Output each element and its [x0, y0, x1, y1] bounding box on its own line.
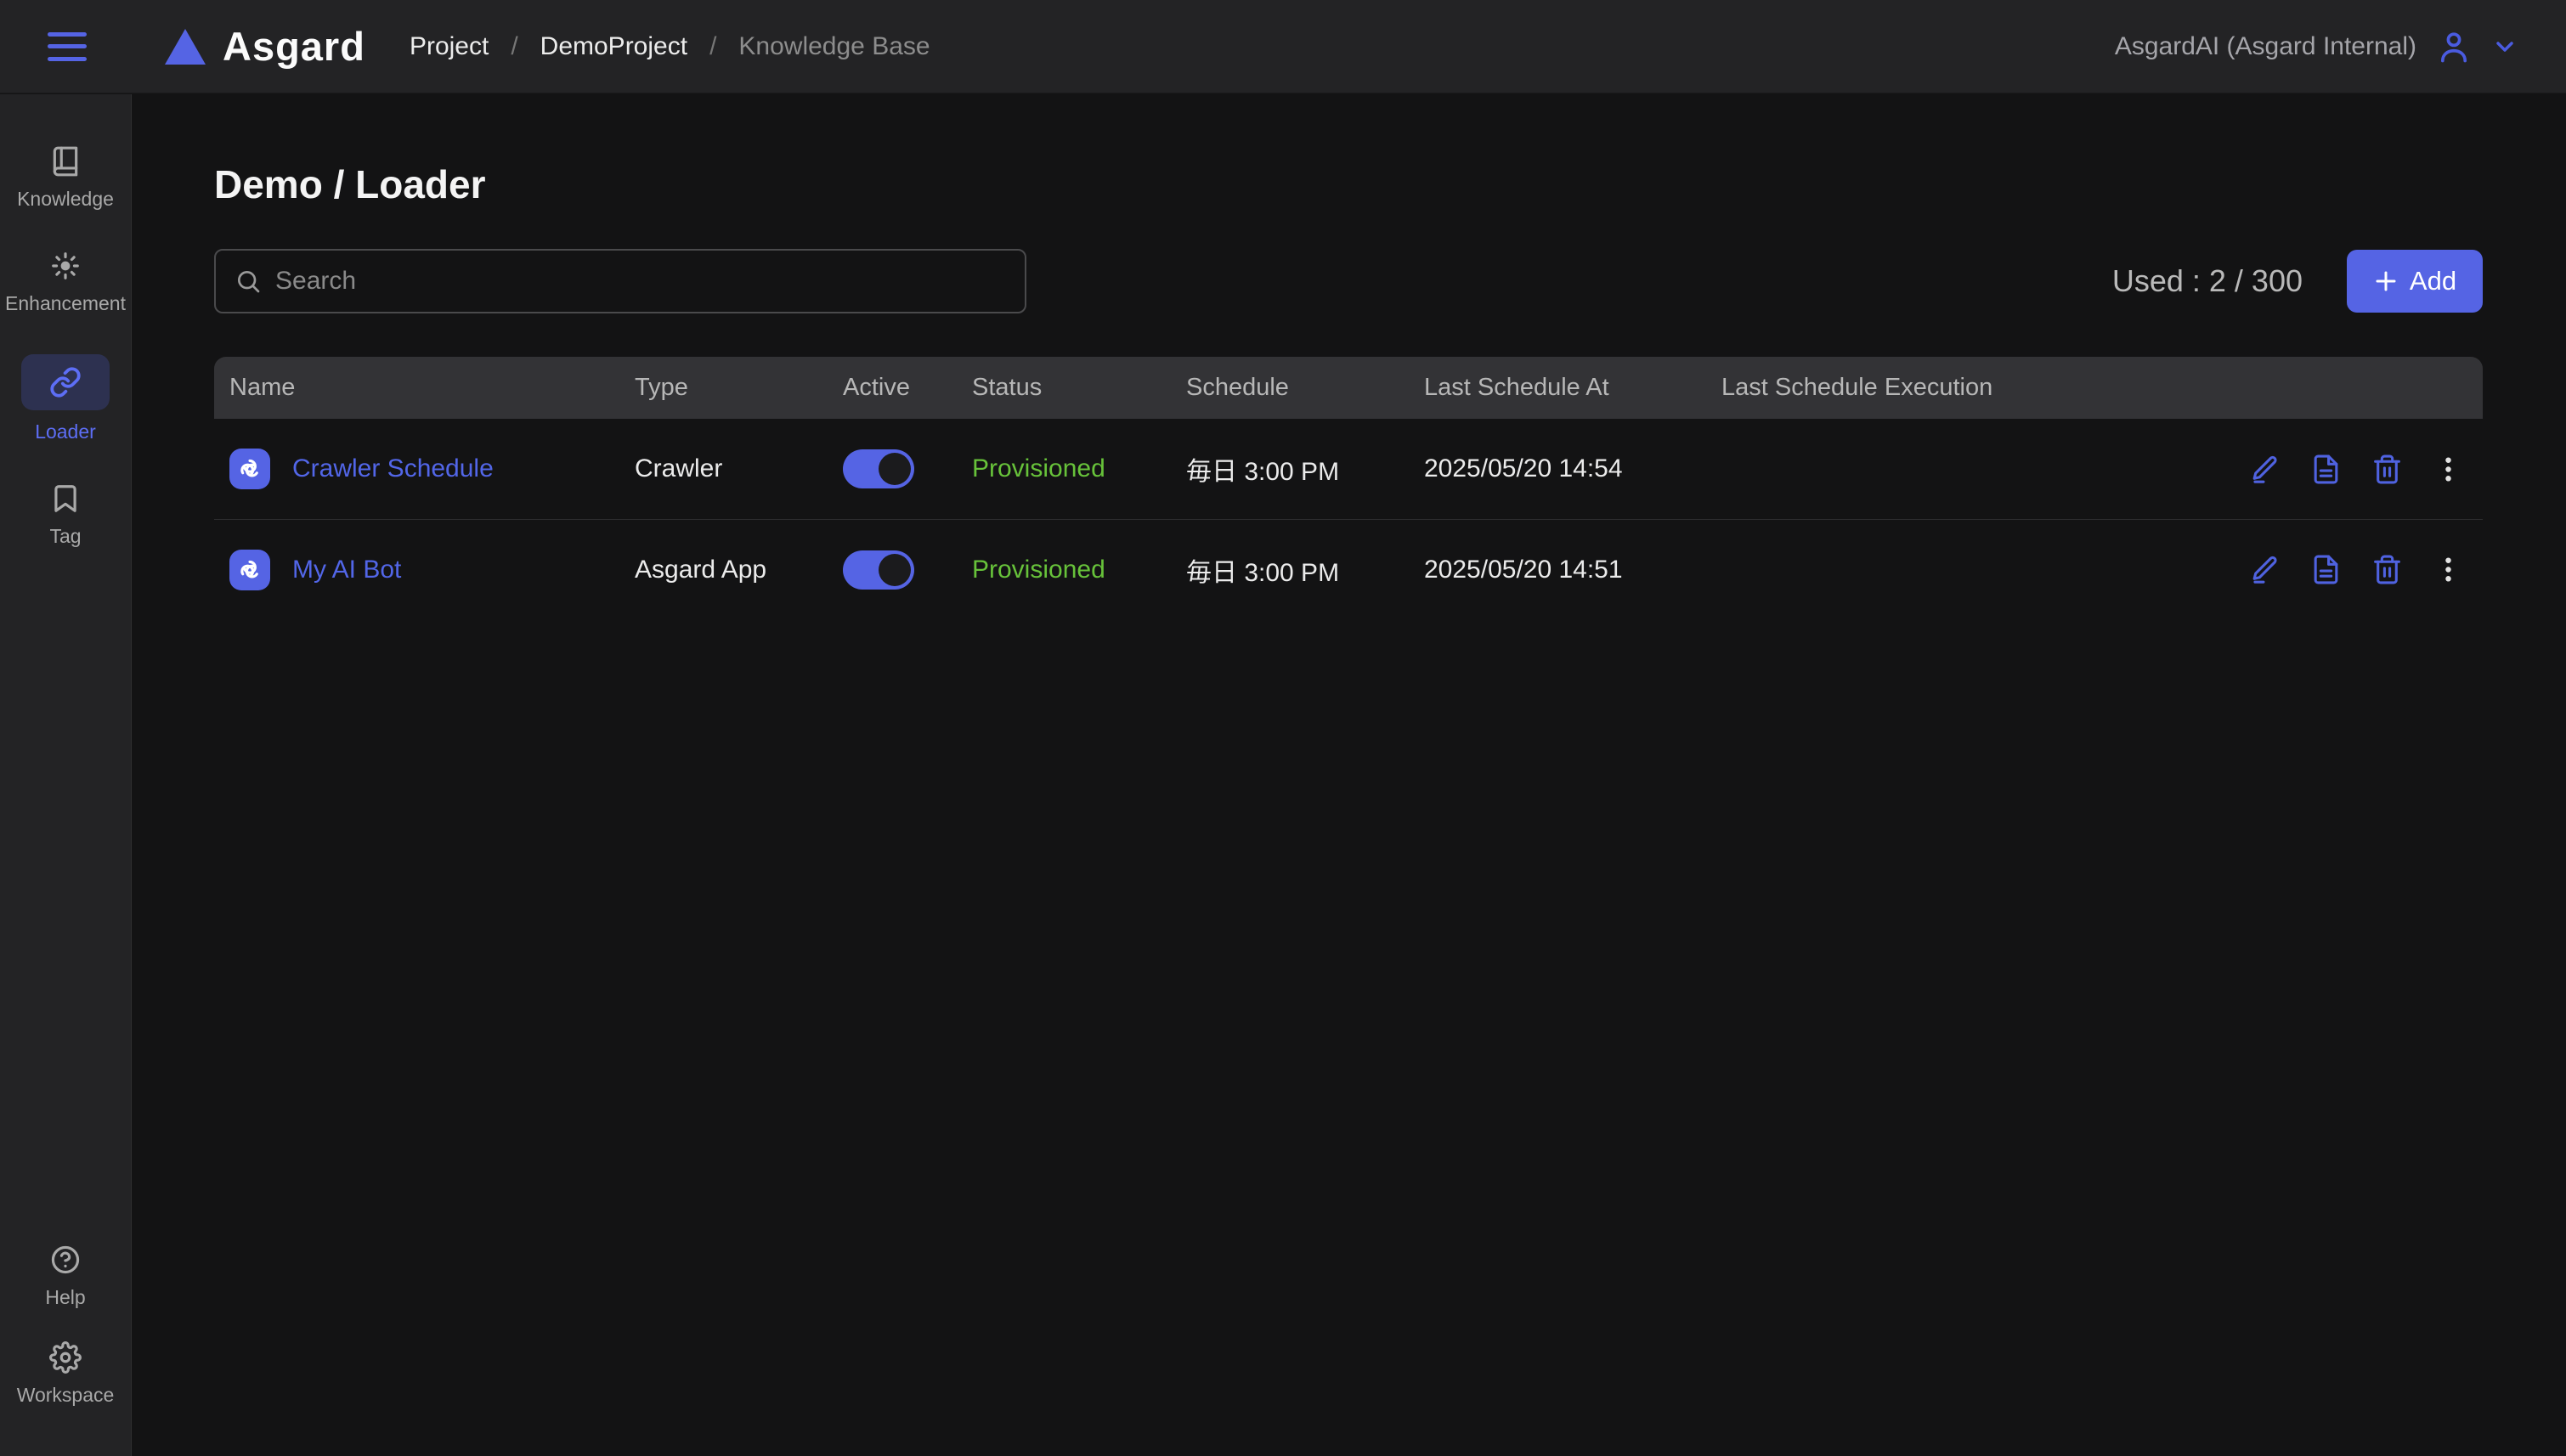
column-header-last-schedule-at: Last Schedule At — [1409, 374, 1706, 402]
sidebar-item-loader[interactable]: Loader — [21, 354, 110, 443]
hamburger-menu-icon[interactable] — [48, 32, 87, 61]
file-document-icon[interactable] — [2310, 554, 2342, 585]
sidebar-item-label: Loader — [35, 420, 96, 443]
loader-table: Name Type Active Status Schedule Last Sc… — [214, 357, 2483, 619]
sidebar-item-workspace[interactable]: Workspace — [17, 1341, 115, 1407]
row-name-link[interactable]: Crawler Schedule — [292, 454, 494, 483]
row-last-schedule-at: 2025/05/20 14:54 — [1409, 454, 1706, 483]
breadcrumb-knowledge-base: Knowledge Base — [738, 32, 930, 61]
chevron-down-icon[interactable] — [2491, 33, 2518, 60]
breadcrumb-project[interactable]: Project — [410, 32, 489, 61]
kebab-menu-icon[interactable] — [2433, 454, 2464, 485]
column-header-status: Status — [957, 374, 1171, 402]
sidebar-item-label: Enhancement — [5, 292, 126, 315]
trash-icon[interactable] — [2371, 554, 2403, 585]
column-header-name: Name — [214, 374, 619, 402]
row-schedule: 毎日 3:00 PM — [1171, 450, 1409, 488]
active-toggle[interactable] — [843, 449, 914, 488]
sidebar-item-tag[interactable]: Tag — [49, 483, 82, 548]
status-badge: Provisioned — [957, 556, 1171, 584]
add-button[interactable]: Add — [2347, 250, 2483, 313]
asgard-logo-icon — [165, 29, 206, 65]
sidebar: Knowledge Enhancement — [0, 94, 132, 1456]
file-document-icon[interactable] — [2310, 454, 2342, 485]
column-header-last-schedule-execution: Last Schedule Execution — [1706, 374, 2175, 402]
row-last-schedule-at: 2025/05/20 14:51 — [1409, 556, 1706, 584]
app-window: Asgard Project / DemoProject / Knowledge… — [0, 0, 2566, 1456]
sidebar-item-label: Workspace — [17, 1384, 115, 1407]
kebab-menu-icon[interactable] — [2433, 554, 2464, 585]
row-type: Asgard App — [619, 556, 828, 584]
trash-icon[interactable] — [2371, 454, 2403, 485]
loader-type-icon — [229, 550, 270, 590]
plus-icon — [2373, 268, 2399, 294]
help-circle-icon — [49, 1244, 82, 1276]
breadcrumb-separator: / — [511, 32, 517, 61]
sidebar-item-label: Knowledge — [17, 188, 114, 211]
table-row: My AI Bot Asgard App Provisioned 毎日 3:00… — [214, 519, 2483, 619]
sidebar-item-help[interactable]: Help — [45, 1244, 85, 1309]
gear-icon — [49, 1341, 82, 1374]
search-box — [214, 249, 1026, 313]
topbar: Asgard Project / DemoProject / Knowledge… — [0, 0, 2566, 93]
controls-row: Used : 2 / 300 Add — [214, 249, 2483, 313]
usage-label: Used : 2 / 300 — [2112, 263, 2303, 299]
table-header: Name Type Active Status Schedule Last Sc… — [214, 357, 2483, 419]
sidebar-item-label: Tag — [49, 525, 81, 548]
search-input[interactable] — [275, 267, 1006, 296]
row-type: Crawler — [619, 454, 828, 483]
column-header-type: Type — [619, 374, 828, 402]
edit-pencil-icon[interactable] — [2249, 554, 2281, 585]
edit-pencil-icon[interactable] — [2249, 454, 2281, 485]
add-button-label: Add — [2410, 266, 2456, 296]
row-name-link[interactable]: My AI Bot — [292, 556, 401, 584]
sidebar-item-enhancement[interactable]: Enhancement — [5, 250, 126, 315]
account-area: AsgardAI (Asgard Internal) — [2115, 28, 2518, 65]
row-schedule: 毎日 3:00 PM — [1171, 551, 1409, 589]
sidebar-item-knowledge[interactable]: Knowledge — [17, 145, 114, 211]
sun-icon — [49, 250, 82, 282]
sidebar-bottom: Help Workspace — [17, 1244, 115, 1407]
loader-type-icon — [229, 449, 270, 489]
link-icon — [21, 354, 110, 410]
table-row: Crawler Schedule Crawler Provisioned 毎日 … — [214, 419, 2483, 519]
page-title: Demo / Loader — [214, 161, 2483, 207]
main-content: Demo / Loader Used : 2 / 300 — [133, 94, 2566, 1456]
breadcrumb-demoproject[interactable]: DemoProject — [540, 32, 687, 61]
column-header-active: Active — [828, 374, 957, 402]
book-icon — [49, 145, 82, 178]
breadcrumb-separator: / — [709, 32, 716, 61]
logo-text: Asgard — [223, 23, 365, 70]
status-badge: Provisioned — [957, 454, 1171, 483]
breadcrumb: Project / DemoProject / Knowledge Base — [410, 32, 930, 61]
account-label: AsgardAI (Asgard Internal) — [2115, 32, 2416, 61]
column-header-schedule: Schedule — [1171, 374, 1409, 402]
search-icon — [235, 268, 262, 295]
active-toggle[interactable] — [843, 550, 914, 590]
bookmark-icon — [49, 483, 82, 515]
sidebar-item-label: Help — [45, 1286, 85, 1309]
user-icon[interactable] — [2435, 28, 2473, 65]
